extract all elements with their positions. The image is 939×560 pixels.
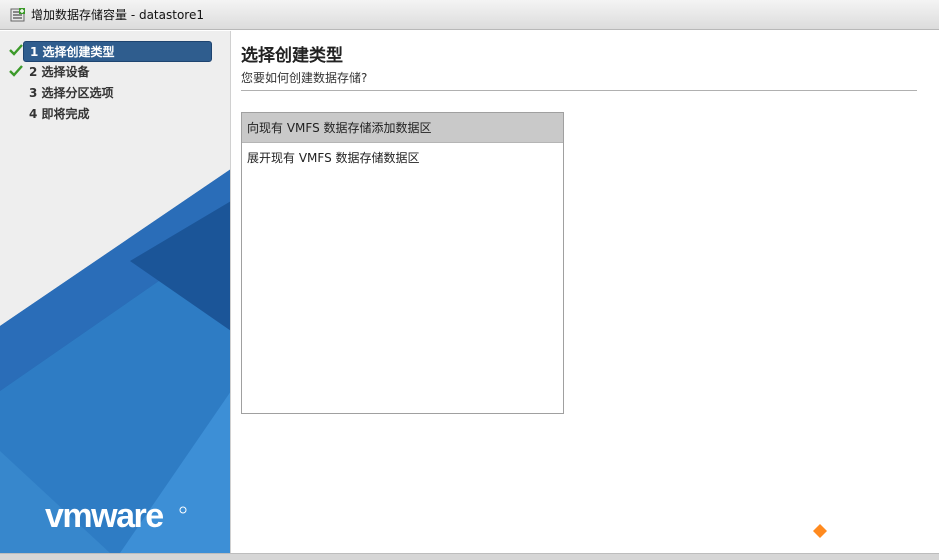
checkmark-icon [9, 44, 23, 56]
main-content: 选择创建类型 您要如何创建数据存储? 向现有 VMFS 数据存储添加数据区 展开… [232, 31, 939, 553]
wizard-step-label: 3 选择分区选项 [29, 86, 114, 100]
bottom-bar [0, 553, 939, 560]
creation-type-list[interactable]: 向现有 VMFS 数据存储添加数据区 展开现有 VMFS 数据存储数据区 [241, 112, 564, 414]
watermark-logo-icon [803, 514, 837, 548]
divider [241, 90, 917, 91]
wizard-step-label: 4 即将完成 [29, 107, 90, 121]
svg-text:vmware: vmware [45, 497, 163, 535]
wizard-step-label: 2 选择设备 [29, 65, 90, 79]
wizard-sidebar: 1 选择创建类型 2 选择设备 3 选择分区选项 4 即将完成 vmware [0, 31, 231, 553]
page-title: 选择创建类型 [241, 46, 343, 66]
option-expand-extent[interactable]: 展开现有 VMFS 数据存储数据区 [242, 143, 563, 173]
watermark: 创新互联 [803, 512, 933, 550]
wizard-step-2[interactable]: 2 选择设备 [0, 62, 230, 83]
window-title: 增加数据存储容量 - datastore1 [31, 8, 204, 22]
vmware-logo: vmware [45, 497, 187, 535]
datastore-icon [10, 7, 25, 22]
wizard-step-3[interactable]: 3 选择分区选项 [0, 83, 230, 104]
wizard-step-label: 1 选择创建类型 [23, 41, 212, 62]
option-add-extent[interactable]: 向现有 VMFS 数据存储添加数据区 [242, 113, 563, 143]
window-titlebar: 增加数据存储容量 - datastore1 [0, 0, 939, 30]
wizard-steps: 1 选择创建类型 2 选择设备 3 选择分区选项 4 即将完成 [0, 41, 230, 125]
wizard-step-1[interactable]: 1 选择创建类型 [0, 41, 230, 62]
wizard-step-4[interactable]: 4 即将完成 [0, 104, 230, 125]
watermark-text: 创新互联 [843, 522, 919, 543]
checkmark-icon [9, 65, 23, 77]
page-subtitle: 您要如何创建数据存储? [241, 71, 368, 85]
